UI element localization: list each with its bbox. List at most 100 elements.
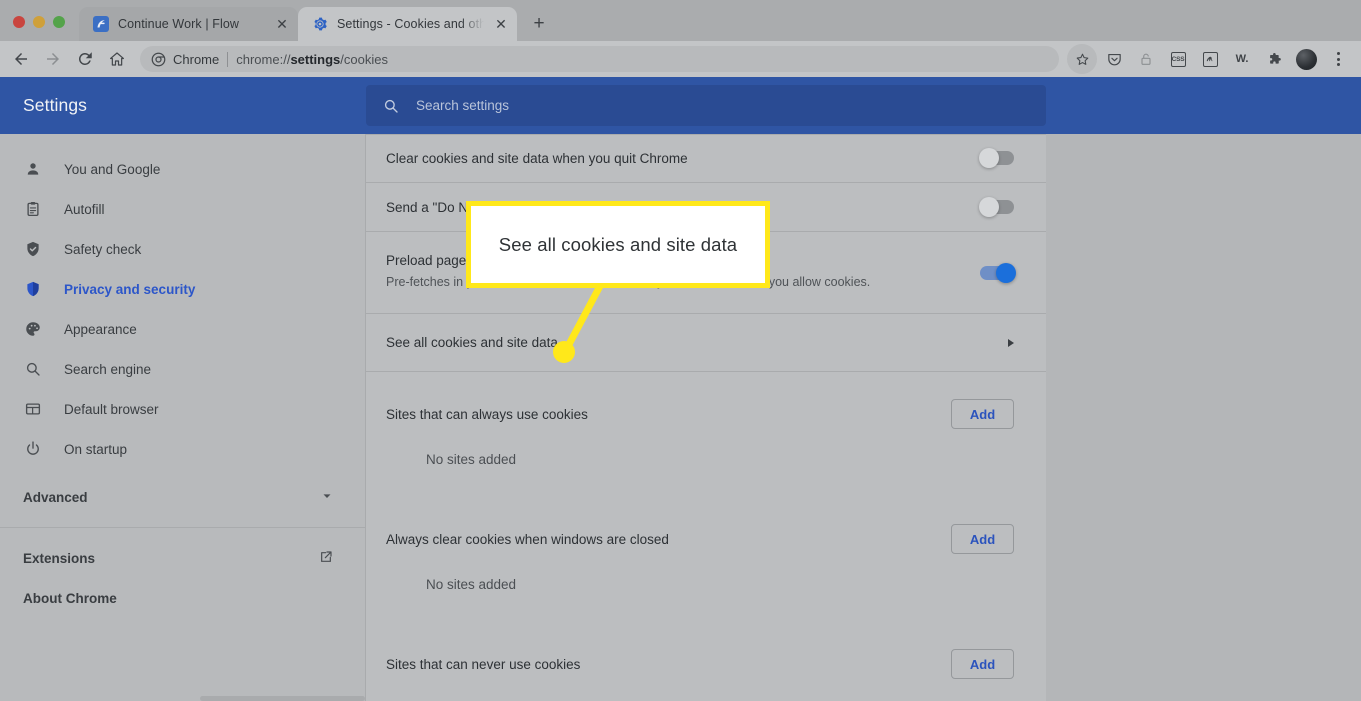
palette-icon <box>23 319 43 339</box>
url-suffix: /cookies <box>340 51 388 67</box>
setting-description: Pre-fetches in yet visited. Information … <box>386 274 871 289</box>
star-icon <box>1076 53 1088 65</box>
three-dot-menu-icon <box>1336 52 1340 66</box>
add-button-always-use-cookies[interactable]: Add <box>951 399 1014 429</box>
extensions-menu-button[interactable] <box>1259 44 1289 74</box>
home-button[interactable] <box>102 44 132 74</box>
flow-icon <box>93 16 109 32</box>
chevron-down-icon <box>320 489 334 506</box>
window-controls <box>0 16 65 41</box>
sidebar-item-label: Safety check <box>64 241 142 257</box>
sidebar-extensions-label: Extensions <box>23 550 96 566</box>
wikipedia-extension-button[interactable]: W. <box>1227 44 1257 74</box>
omnibox-divider <box>227 51 229 67</box>
forward-arrow-icon <box>47 53 59 65</box>
shield-half-icon <box>23 279 43 299</box>
minimize-window-button[interactable] <box>33 16 45 28</box>
sidebar-item-label: Appearance <box>64 321 137 337</box>
setting-label: Send a "Do No <box>386 199 476 215</box>
lock-extension-button[interactable] <box>1131 44 1161 74</box>
site-identity-label: Chrome <box>173 51 220 67</box>
reload-button[interactable] <box>70 44 100 74</box>
sidebar-item-about-chrome[interactable]: About Chrome <box>0 578 366 618</box>
sidebar-item-appearance[interactable]: Appearance <box>0 309 366 349</box>
power-icon <box>23 439 43 459</box>
sidebar-item-on-startup[interactable]: On startup <box>0 429 366 469</box>
search-placeholder: Search settings <box>416 98 510 113</box>
maximize-window-button[interactable] <box>53 16 65 28</box>
new-tab-button[interactable]: + <box>525 9 553 37</box>
close-window-button[interactable] <box>13 16 25 28</box>
toggle-do-not-track[interactable] <box>979 197 1014 217</box>
browser-window: Continue Work | Flow ✕ Settings - Cookie… <box>0 0 1361 701</box>
settings-page: Settings Search settings You and Google … <box>0 77 1361 701</box>
sidebar-item-label: Search engine <box>64 361 152 377</box>
sidebar-item-default-browser[interactable]: Default browser <box>0 389 366 429</box>
sidebar-item-advanced[interactable]: Advanced <box>0 477 366 517</box>
search-icon <box>23 359 43 379</box>
address-bar[interactable]: Chrome chrome://settings/cookies <box>140 46 1059 72</box>
forward-button[interactable] <box>38 44 68 74</box>
url-prefix: chrome:// <box>236 51 291 67</box>
clipboard-icon <box>23 199 43 219</box>
sidebar-item-extensions[interactable]: Extensions <box>0 538 366 578</box>
sidebar-item-privacy-and-security[interactable]: Privacy and security <box>0 269 366 309</box>
tab-title: Continue Work | Flow <box>118 17 240 31</box>
site-identity-chip[interactable]: Chrome <box>151 52 219 67</box>
gear-icon <box>314 17 327 31</box>
empty-state-text: No sites added <box>426 452 517 467</box>
lock-icon <box>1141 53 1151 65</box>
chrome-browser-frame: Continue Work | Flow ✕ Settings - Cookie… <box>0 0 1361 701</box>
sidebar-item-autofill[interactable]: Autofill <box>0 189 366 229</box>
external-link-icon <box>318 549 334 568</box>
sidebar-item-search-engine[interactable]: Search engine <box>0 349 366 389</box>
chrome-menu-button[interactable] <box>1323 44 1353 74</box>
empty-state-text: No sites added <box>426 577 517 592</box>
sidebar-item-label: Autofill <box>64 201 105 217</box>
sidebar-item-label: Default browser <box>64 401 159 417</box>
browser-window-icon <box>23 399 43 419</box>
setting-row-see-all-cookies[interactable]: See all cookies and site data <box>366 314 1046 372</box>
reload-icon <box>78 52 92 65</box>
add-button-always-clear-on-close[interactable]: Add <box>951 524 1014 554</box>
section-always-clear-on-close: Always clear cookies when windows are cl… <box>366 497 1046 622</box>
sidebar-divider <box>0 527 366 528</box>
sidebar-item-label: On startup <box>64 441 128 457</box>
close-icon[interactable]: ✕ <box>274 16 290 32</box>
avatar <box>1295 48 1317 70</box>
tab-strip: Continue Work | Flow ✕ Settings - Cookie… <box>0 0 1361 41</box>
setting-row-do-not-track[interactable]: Send a "Do No <box>366 183 1046 232</box>
sidebar-item-safety-check[interactable]: Safety check <box>0 229 366 269</box>
bookmark-star-button[interactable] <box>1067 44 1097 74</box>
pocket-extension-button[interactable] <box>1099 44 1129 74</box>
search-settings-input[interactable]: Search settings <box>366 85 1046 126</box>
browser-toolbar: Chrome chrome://settings/cookies CSS W. <box>0 41 1361 77</box>
sidebar-item-label: Privacy and security <box>64 281 196 297</box>
sidebar-item-label: You and Google <box>64 161 161 177</box>
horizontal-scrollbar[interactable] <box>200 696 365 701</box>
setting-label: See all cookies and site data <box>386 335 558 350</box>
toggle-preload-pages[interactable] <box>980 262 1016 283</box>
close-icon[interactable]: ✕ <box>493 16 509 32</box>
add-button-never-use-cookies[interactable]: Add <box>951 649 1014 679</box>
toggle-clear-cookies-on-quit[interactable] <box>979 148 1014 168</box>
sidebar-about-label: About Chrome <box>23 590 117 606</box>
section-title: Always clear cookies when windows are cl… <box>386 531 669 547</box>
setting-label: Preload page <box>386 252 467 268</box>
sidebar-advanced-label: Advanced <box>23 489 88 505</box>
setting-row-clear-cookies-on-quit[interactable]: Clear cookies and site data when you qui… <box>366 134 1046 183</box>
section-sites-always-use-cookies: Sites that can always use cookies Add No… <box>366 372 1046 497</box>
profile-button[interactable] <box>1291 44 1321 74</box>
back-button[interactable] <box>6 44 36 74</box>
wikipedia-icon: W. <box>1235 52 1249 65</box>
tab-settings-cookies[interactable]: Settings - Cookies and other si ✕ <box>298 7 517 41</box>
css-viewer-extension-button[interactable]: CSS <box>1163 44 1193 74</box>
sidebar-item-you-and-google[interactable]: You and Google <box>0 149 366 189</box>
setting-row-preload-pages[interactable]: Preload page Pre-fetches in yet visited.… <box>366 232 1046 314</box>
tab-continue-work-flow[interactable]: Continue Work | Flow ✕ <box>79 7 298 41</box>
css-viewer-icon: CSS <box>1170 51 1186 67</box>
home-icon <box>110 52 124 66</box>
tab-title: Settings - Cookies and other si <box>337 17 484 31</box>
camel-extension-button[interactable] <box>1195 44 1225 74</box>
